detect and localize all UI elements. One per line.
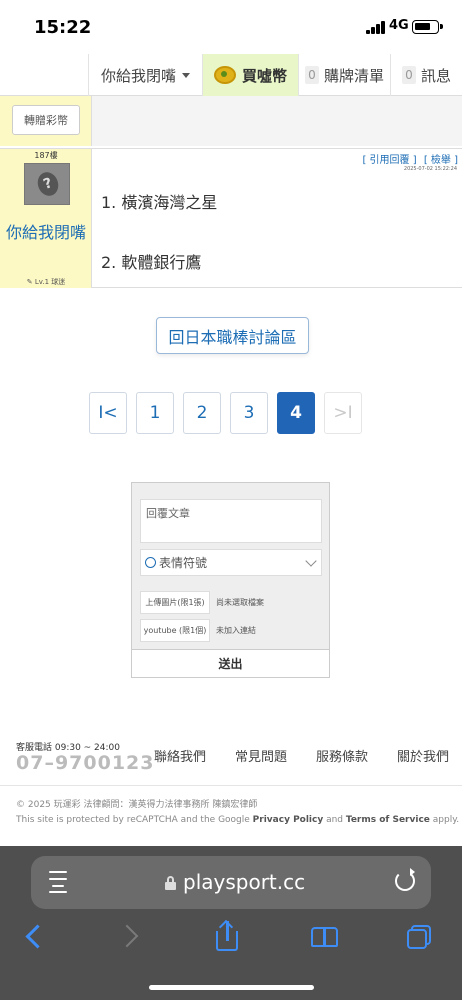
page-4-button-current[interactable]: 4 bbox=[277, 392, 315, 434]
battery-icon bbox=[412, 20, 443, 34]
messages-link[interactable]: 0 訊息 bbox=[390, 54, 462, 96]
footer-link-contact[interactable]: 聯絡我們 bbox=[154, 746, 206, 765]
user-menu-label: 你給我閉嘴 bbox=[100, 66, 176, 85]
recaptcha-suffix: apply. bbox=[429, 815, 460, 825]
avatar[interactable]: ? bbox=[24, 163, 70, 205]
post-line: 1. 橫濱海灣之星 bbox=[101, 193, 218, 212]
page-1-button[interactable]: 1 bbox=[136, 392, 174, 434]
reload-icon[interactable] bbox=[395, 868, 415, 891]
footer-contact: 客服電話 09:30 ~ 24:00 07–9700123 聯絡我們 常見問題 … bbox=[0, 738, 462, 786]
purchase-list-link[interactable]: 0 購牌清單 bbox=[298, 54, 390, 96]
messages-count: 0 bbox=[401, 66, 416, 84]
page-2-button[interactable]: 2 bbox=[183, 392, 221, 434]
network-type: 4G bbox=[389, 18, 409, 33]
gift-cell: 轉贈彩幣 bbox=[0, 96, 92, 146]
pagination: I< 1 2 3 4 >I bbox=[0, 392, 462, 434]
forum-post: 187樓 ? 你給我閉嘴 ✎ Lv.1 球迷 [ 引用回覆 ] [ 檢舉 ] 2… bbox=[0, 148, 462, 288]
caret-down-icon bbox=[182, 72, 190, 78]
emoji-select-label: 表情符號 bbox=[159, 556, 208, 570]
share-icon[interactable] bbox=[212, 919, 244, 953]
footer-link-about[interactable]: 關於我們 bbox=[397, 746, 449, 765]
post-line: 2. 軟體銀行鷹 bbox=[101, 253, 202, 272]
signal-icon bbox=[366, 21, 386, 34]
first-page-button[interactable]: I< bbox=[89, 392, 127, 434]
tabs-icon[interactable] bbox=[405, 921, 437, 953]
back-to-forum-button[interactable]: 回日本職棒討論區 bbox=[156, 317, 309, 354]
quote-reply-link[interactable]: [ 引用回覆 ] bbox=[362, 155, 416, 166]
post-actions: [ 引用回覆 ] [ 檢舉 ] bbox=[358, 151, 458, 166]
gift-row-spacer bbox=[92, 96, 462, 146]
gift-coin-button[interactable]: 轉贈彩幣 bbox=[12, 105, 80, 135]
submit-button[interactable]: 送出 bbox=[132, 649, 329, 677]
reply-form: 回覆文章 表情符號 上傳圖片(限1張) 尚未選取檔案 youtube (限1個)… bbox=[131, 482, 330, 678]
gift-row: 轉贈彩幣 bbox=[0, 96, 462, 146]
post-author[interactable]: 你給我閉嘴 bbox=[0, 221, 92, 245]
service-phone[interactable]: 07–9700123 bbox=[16, 752, 154, 774]
buy-coin-button[interactable]: 買噓幣 bbox=[202, 54, 298, 96]
post-author-panel: 187樓 ? 你給我閉嘴 ✎ Lv.1 球迷 bbox=[0, 149, 92, 288]
last-page-button: >I bbox=[324, 392, 362, 434]
youtube-button[interactable]: youtube (限1個) bbox=[140, 619, 210, 642]
reply-textarea[interactable]: 回覆文章 bbox=[140, 499, 322, 543]
author-level: ✎ Lv.1 球迷 bbox=[26, 278, 66, 286]
purchase-list-label: 購牌清單 bbox=[323, 66, 384, 85]
lock-icon bbox=[165, 876, 176, 890]
default-avatar-icon: ? bbox=[34, 169, 62, 199]
coin-icon bbox=[213, 66, 236, 84]
privacy-policy-link[interactable]: Privacy Policy bbox=[253, 815, 324, 825]
buy-coin-label: 買噓幣 bbox=[241, 66, 287, 85]
bookmarks-icon[interactable] bbox=[309, 921, 341, 953]
upload-image-status: 尚未選取檔案 bbox=[216, 598, 264, 607]
recaptcha-and: and bbox=[323, 815, 346, 825]
browser-toolbar: playsport.cc bbox=[0, 846, 462, 1000]
youtube-status: 未加入連結 bbox=[216, 626, 256, 635]
home-indicator bbox=[149, 985, 314, 990]
emoji-select[interactable]: 表情符號 bbox=[140, 549, 322, 576]
user-menu[interactable]: 你給我閉嘴 bbox=[88, 54, 202, 96]
post-date: 2025-07-02 15:22:24 bbox=[403, 166, 457, 172]
messages-label: 訊息 bbox=[420, 66, 451, 85]
page-3-button[interactable]: 3 bbox=[230, 392, 268, 434]
footer-link-faq[interactable]: 常見問題 bbox=[235, 746, 287, 765]
smiley-icon bbox=[145, 557, 156, 568]
site-top-nav: 你給我閉嘴 買噓幣 0 購牌清單 0 訊息 bbox=[0, 54, 462, 96]
url-text: playsport.cc bbox=[183, 870, 306, 894]
back-icon[interactable] bbox=[20, 921, 52, 953]
address-bar[interactable]: playsport.cc bbox=[31, 856, 431, 909]
purchase-list-count: 0 bbox=[304, 66, 319, 84]
status-bar: 15:22 4G bbox=[0, 0, 462, 54]
footer-recaptcha: This site is protected by reCAPTCHA and … bbox=[16, 815, 459, 825]
footer-copyright: © 2025 玩運彩 法律顧問：漢英得力法律事務所 陳鎮宏律師 bbox=[16, 800, 258, 810]
chevron-down-icon bbox=[305, 555, 317, 567]
terms-of-service-link[interactable]: Terms of Service bbox=[346, 815, 430, 825]
recaptcha-text: This site is protected by reCAPTCHA and … bbox=[16, 815, 253, 825]
post-floor: 187樓 bbox=[34, 151, 58, 160]
status-time: 15:22 bbox=[34, 17, 92, 38]
report-link[interactable]: [ 檢舉 ] bbox=[424, 155, 458, 166]
footer-link-terms[interactable]: 服務條款 bbox=[316, 746, 368, 765]
page-menu-icon[interactable] bbox=[49, 871, 67, 893]
upload-image-button[interactable]: 上傳圖片(限1張) bbox=[140, 591, 210, 614]
forward-icon bbox=[116, 921, 148, 953]
